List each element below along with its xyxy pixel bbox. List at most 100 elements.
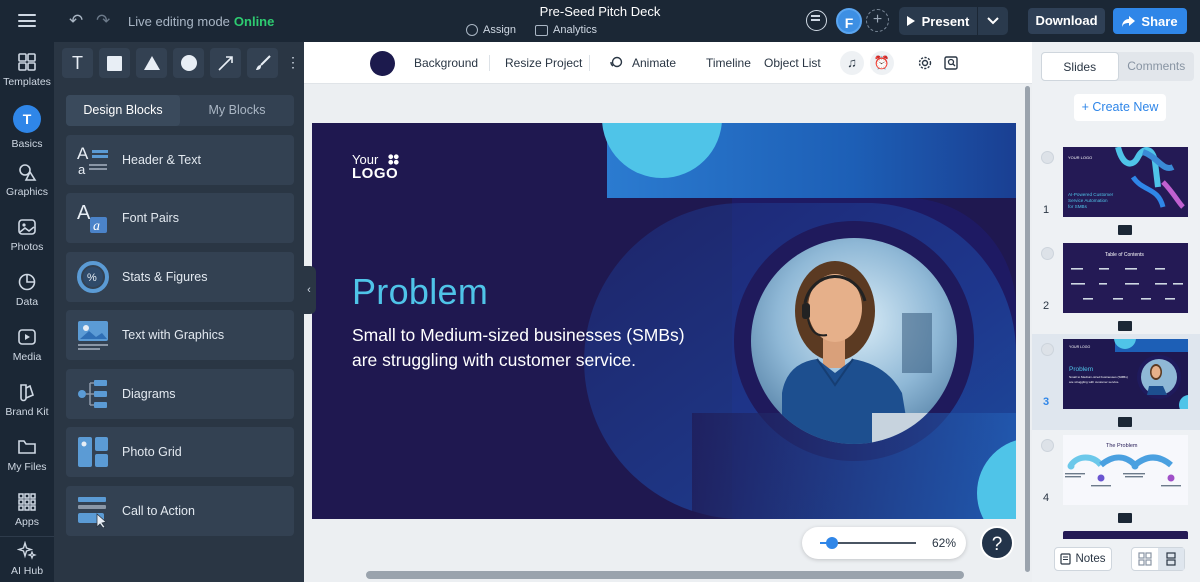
block-header-text[interactable]: Aa Header & Text xyxy=(66,135,294,185)
more-tools-icon[interactable]: ⋮ xyxy=(286,48,300,80)
rail-item-ai-hub[interactable]: AI Hub xyxy=(0,536,54,577)
transition-icon[interactable] xyxy=(1118,513,1132,523)
zoom-control: 62% xyxy=(802,527,966,559)
slide-thumbnail[interactable]: The Problem xyxy=(1063,435,1188,505)
analytics-button[interactable]: Analytics xyxy=(535,22,597,38)
present-button[interactable]: Present xyxy=(899,7,977,35)
rail-item-my-files[interactable]: My Files xyxy=(0,437,54,473)
svg-text:are struggling with customer s: are struggling with customer service. xyxy=(1069,380,1119,384)
zoom-value[interactable]: 62% xyxy=(932,536,956,550)
slide-title[interactable]: Problem xyxy=(352,271,488,313)
slide-thumbnail[interactable]: Table of Contents xyxy=(1063,243,1188,313)
slide-thumbnail-row-1[interactable]: 1 YOUR LOGO AI-Powered Customer Service … xyxy=(1032,142,1200,238)
alarm-clock-icon[interactable]: ⏰ xyxy=(870,51,894,75)
gear-icon[interactable] xyxy=(917,55,933,71)
rail-label-data: Data xyxy=(15,296,39,308)
rail-item-data[interactable]: Data xyxy=(0,272,54,308)
animate-icon[interactable] xyxy=(609,56,623,70)
canvas-toolbar: Background Resize Project Animate Timeli… xyxy=(304,42,1032,84)
tab-slides[interactable]: Slides xyxy=(1041,52,1119,81)
slide-subtitle[interactable]: Small to Medium-sized businesses (SMBs) … xyxy=(352,323,712,373)
avatar[interactable]: F xyxy=(836,8,862,34)
animate-button[interactable]: Animate xyxy=(632,56,676,70)
slide-select-dot[interactable] xyxy=(1041,439,1054,452)
background-color-swatch[interactable] xyxy=(370,51,395,76)
help-button[interactable]: ? xyxy=(980,526,1014,560)
horizontal-scrollbar[interactable] xyxy=(366,571,964,579)
rail-item-media[interactable]: Media xyxy=(0,327,54,363)
brush-tool-icon[interactable] xyxy=(247,48,278,78)
svg-text:YOUR LOGO: YOUR LOGO xyxy=(1068,155,1092,160)
line-tool-icon[interactable] xyxy=(210,48,241,78)
assign-button[interactable]: Assign xyxy=(466,22,516,38)
rail-item-basics[interactable]: T Basics xyxy=(0,105,54,150)
chat-icon[interactable] xyxy=(806,10,827,31)
rail-item-brand-kit[interactable]: Brand Kit xyxy=(0,382,54,418)
slide-select-dot[interactable] xyxy=(1041,151,1054,164)
slide-thumbnail-row-3[interactable]: 3 YOUR LOGO Problem Small to Medium-size… xyxy=(1032,334,1200,430)
background-button[interactable]: Background xyxy=(414,56,478,70)
download-button[interactable]: Download xyxy=(1028,8,1105,34)
slide-thumbnail-partial[interactable] xyxy=(1063,531,1188,539)
block-diagrams[interactable]: Diagrams xyxy=(66,369,294,419)
slide-select-dot[interactable] xyxy=(1041,343,1054,356)
circle-tool-icon[interactable] xyxy=(173,48,204,78)
rail-label-photos: Photos xyxy=(10,241,44,253)
menu-icon[interactable] xyxy=(18,14,36,27)
slide-select-dot[interactable] xyxy=(1041,247,1054,260)
rail-item-apps[interactable]: Apps xyxy=(0,492,54,528)
add-collaborator-icon[interactable]: + xyxy=(866,9,889,32)
slide-thumbnail-row-2[interactable]: 2 Table of Contents xyxy=(1032,238,1200,334)
triangle-tool-icon[interactable] xyxy=(136,48,167,78)
list-view-icon[interactable] xyxy=(1158,548,1184,570)
graphics-icon xyxy=(19,164,37,181)
share-button[interactable]: Share xyxy=(1113,8,1187,34)
notes-button[interactable]: Notes xyxy=(1054,547,1112,571)
transition-icon[interactable] xyxy=(1118,321,1132,331)
block-text-with-graphics[interactable]: Text with Graphics xyxy=(66,310,294,360)
block-call-to-action[interactable]: Call to Action xyxy=(66,486,294,536)
slide-thumbnail-active[interactable]: YOUR LOGO Problem Small to Medium-sized … xyxy=(1063,339,1188,409)
transition-icon[interactable] xyxy=(1118,225,1132,235)
image-search-icon[interactable] xyxy=(944,55,960,71)
vertical-scrollbar[interactable] xyxy=(1025,86,1030,572)
grid-view-icon[interactable] xyxy=(1132,548,1158,570)
timeline-button[interactable]: Timeline xyxy=(706,56,751,70)
block-font-pairs[interactable]: Aa Font Pairs xyxy=(66,193,294,243)
tab-design-blocks[interactable]: Design Blocks xyxy=(66,95,180,126)
rail-item-photos[interactable]: Photos xyxy=(0,217,54,253)
resize-project-button[interactable]: Resize Project xyxy=(505,56,582,70)
collapse-panel-chevron-left-icon[interactable]: ‹ xyxy=(302,266,316,314)
slide-canvas[interactable]: Your LOGO Problem Small to Medium-sized … xyxy=(312,123,1016,519)
svg-text:Small to Medium-sized business: Small to Medium-sized businesses (SMBs) xyxy=(1069,375,1128,379)
text-tool-icon[interactable]: T xyxy=(62,48,93,78)
redo-icon[interactable]: ↷ xyxy=(96,12,110,29)
object-list-button[interactable]: Object List xyxy=(764,56,821,70)
header-text-icon: Aa xyxy=(77,144,108,177)
tab-comments[interactable]: Comments xyxy=(1119,52,1195,81)
project-title[interactable]: Pre-Seed Pitch Deck xyxy=(430,4,770,19)
music-note-icon[interactable]: ♫ xyxy=(840,51,864,75)
square-tool-icon[interactable] xyxy=(99,48,130,78)
stats-figures-icon: % xyxy=(77,261,109,293)
transition-icon[interactable] xyxy=(1118,417,1132,427)
rail-item-graphics[interactable]: Graphics xyxy=(0,162,54,198)
tab-my-blocks[interactable]: My Blocks xyxy=(180,95,294,126)
zoom-slider-handle[interactable] xyxy=(825,537,838,549)
photo-grid-icon xyxy=(78,437,108,467)
play-icon xyxy=(906,16,915,26)
undo-icon[interactable]: ↶ xyxy=(69,12,83,29)
block-stats-figures[interactable]: % Stats & Figures xyxy=(66,252,294,302)
brand-logo[interactable]: Your LOGO xyxy=(352,153,399,182)
slide-thumbnail[interactable]: YOUR LOGO AI-Powered Customer Service Au… xyxy=(1063,147,1188,217)
brand-kit-icon xyxy=(20,384,34,402)
block-photo-grid[interactable]: Photo Grid xyxy=(66,427,294,477)
notes-icon xyxy=(1060,553,1072,565)
present-options-chevron-down-icon[interactable] xyxy=(978,7,1008,35)
rail-item-templates[interactable]: Templates xyxy=(0,52,54,88)
block-label: Photo Grid xyxy=(122,445,182,459)
logo-bottom-text: LOGO xyxy=(352,165,399,182)
block-label: Header & Text xyxy=(122,153,201,167)
slide-thumbnail-row-4[interactable]: 4 The Problem xyxy=(1032,430,1200,526)
create-new-slide-button[interactable]: + Create New xyxy=(1074,94,1166,121)
